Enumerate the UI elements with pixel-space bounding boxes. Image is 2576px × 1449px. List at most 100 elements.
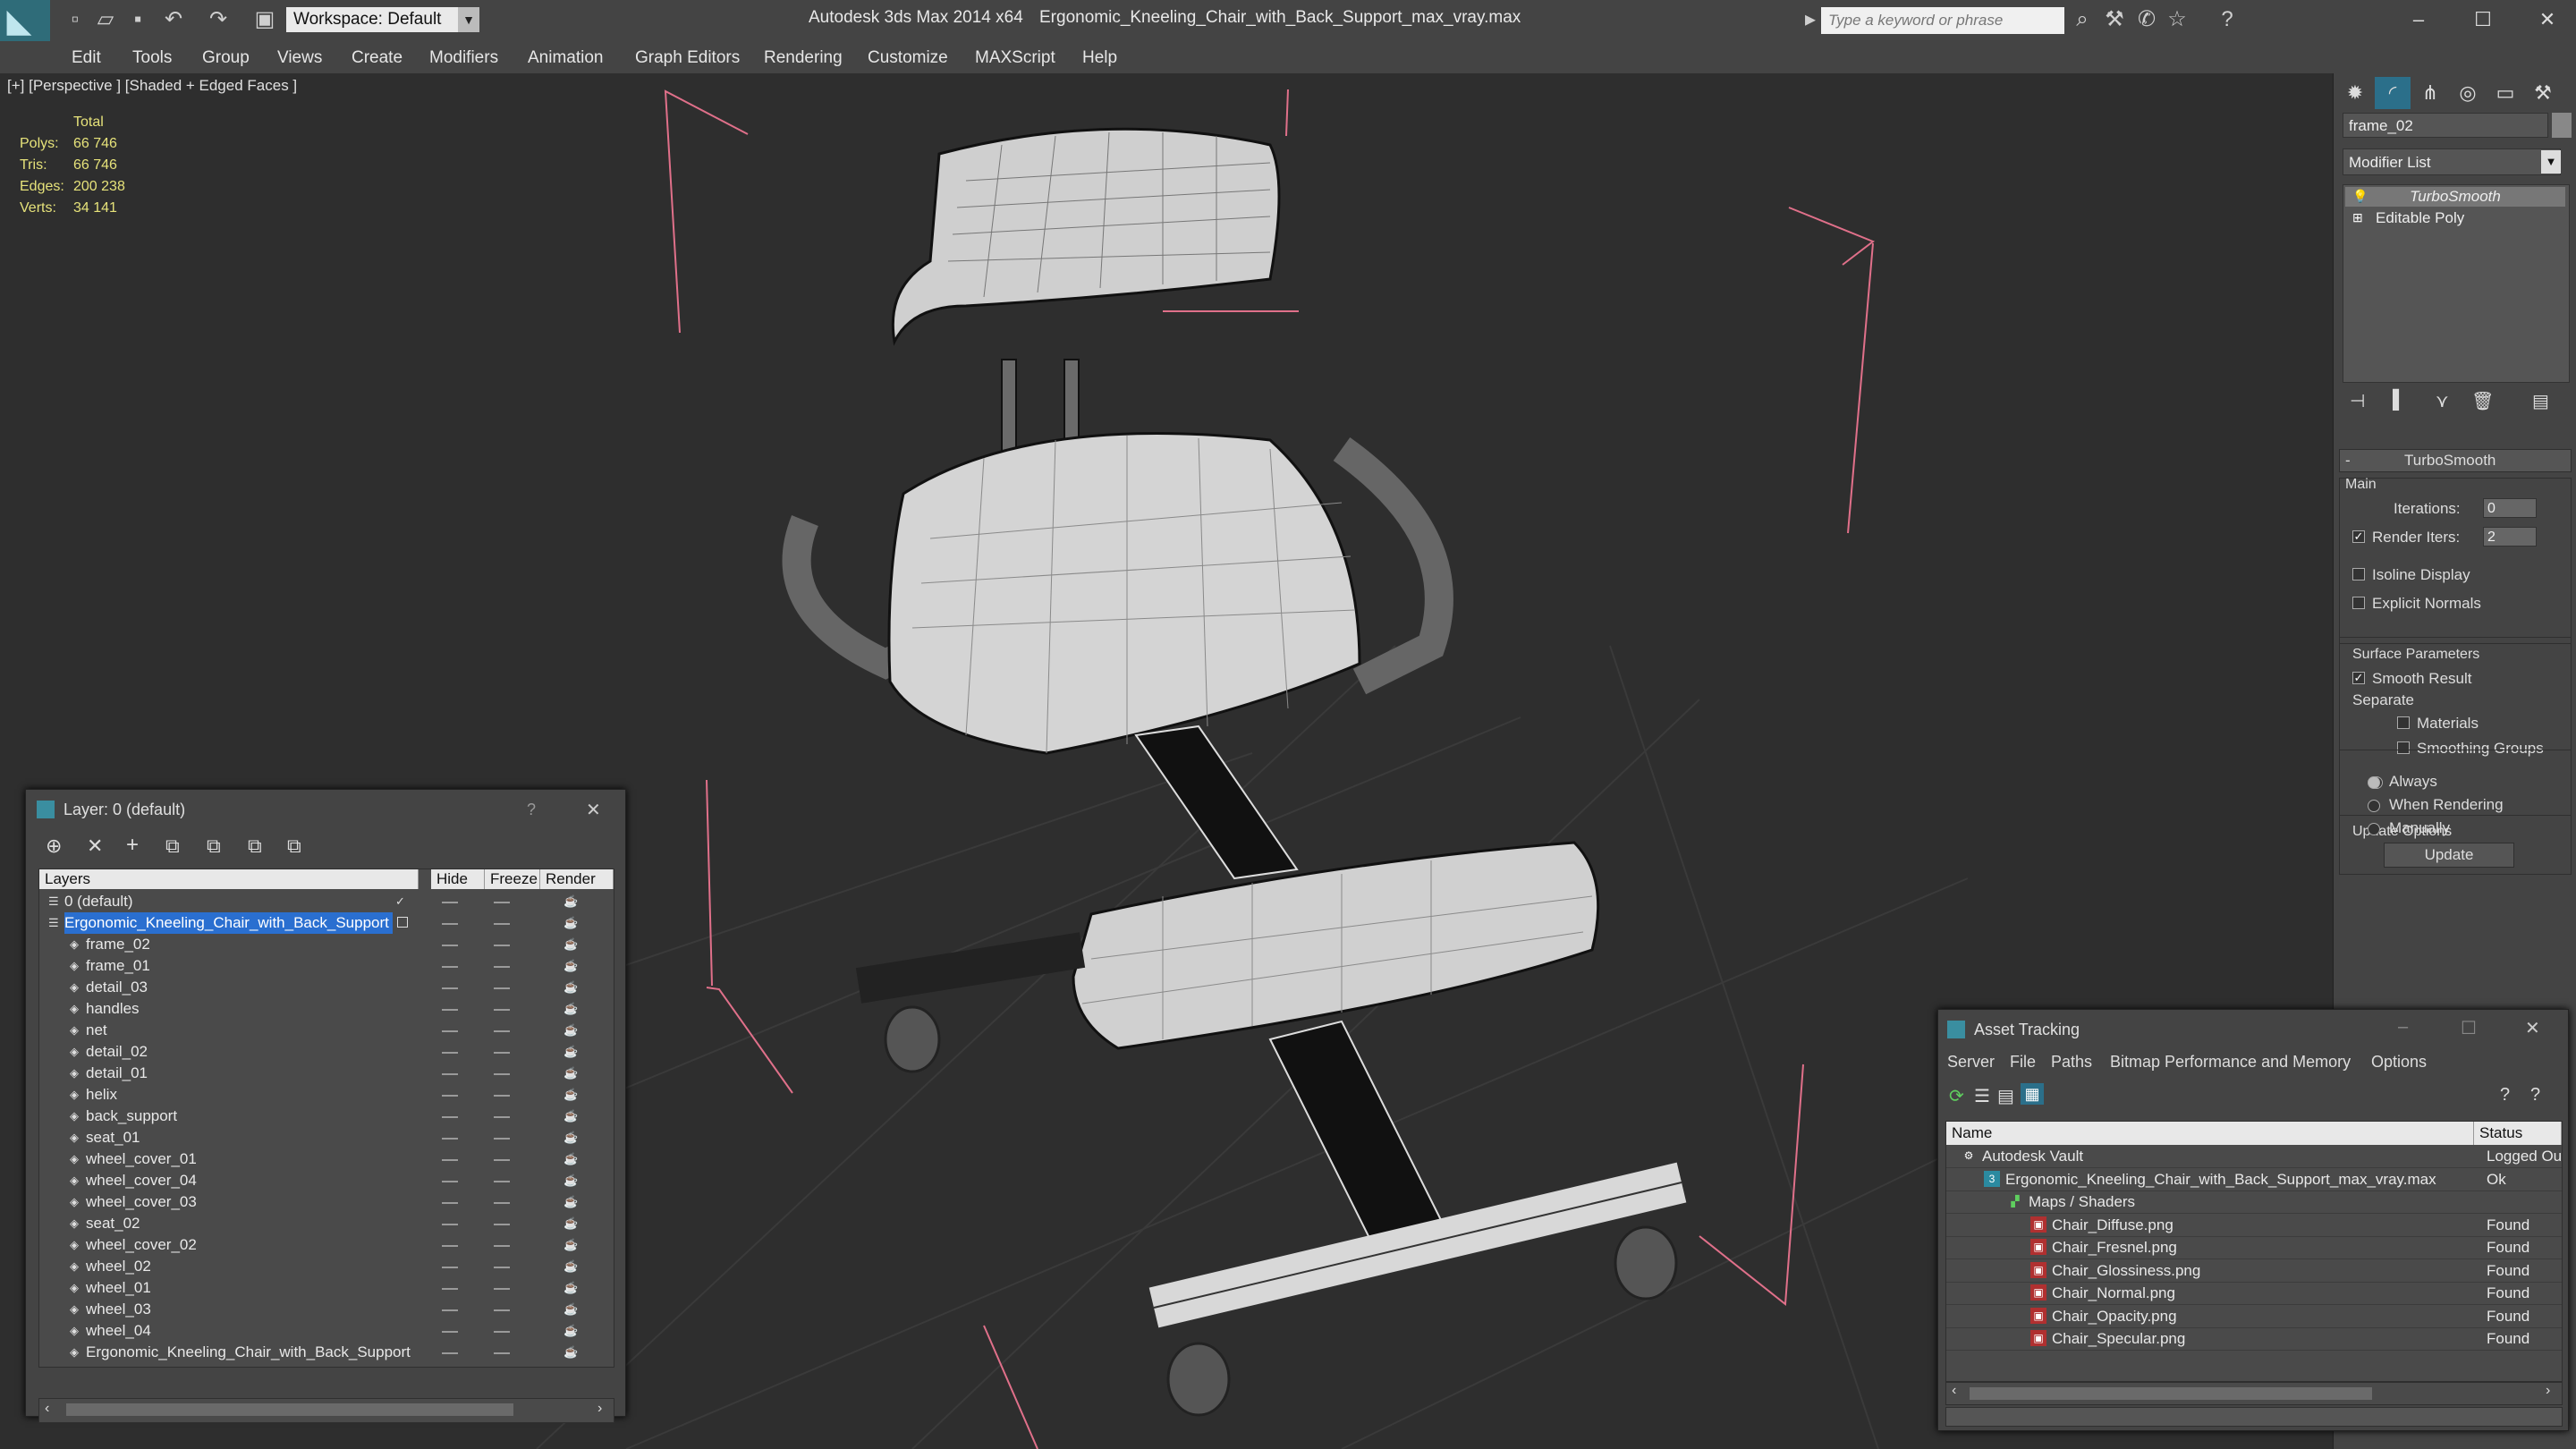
lightbulb-icon[interactable]: 💡	[2352, 189, 2368, 204]
render-iters-checkbox[interactable]: ✓	[2352, 530, 2365, 543]
list-view-icon[interactable]: ☰	[1974, 1085, 1990, 1107]
render-teapot-icon[interactable]: ☕	[564, 1174, 578, 1187]
scroll-thumb[interactable]	[1970, 1387, 2372, 1400]
materials-checkbox[interactable]	[2397, 716, 2410, 729]
hide-toggle[interactable]	[442, 1030, 458, 1032]
render-teapot-icon[interactable]: ☕	[564, 1024, 578, 1037]
render-teapot-icon[interactable]: ☕	[564, 1110, 578, 1123]
hide-toggle[interactable]	[442, 1052, 458, 1054]
utilities-tab-icon[interactable]: ⚒	[2525, 77, 2561, 109]
hide-toggle[interactable]	[442, 1288, 458, 1290]
menu-graph-editors[interactable]: Graph Editors	[635, 48, 740, 68]
redo-icon[interactable]: ↷	[206, 7, 231, 32]
search-input[interactable]: Type a keyword or phrase	[1821, 7, 2064, 34]
scroll-right-icon[interactable]: ›	[597, 1401, 602, 1417]
layer-row[interactable]: ◈ detail_01 ☕	[39, 1063, 614, 1084]
render-teapot-icon[interactable]: ☕	[564, 1260, 578, 1273]
explicit-normals-checkbox[interactable]	[2352, 597, 2365, 609]
hierarchy-tab-icon[interactable]: ⋔	[2412, 77, 2448, 109]
always-radio[interactable]	[2368, 776, 2380, 789]
hide-toggle[interactable]	[442, 1181, 458, 1182]
freeze-toggle[interactable]	[494, 1202, 510, 1204]
layer-row[interactable]: ◈ wheel_01 ☕	[39, 1277, 614, 1299]
workspace-dropdown[interactable]: Workspace: Default	[286, 7, 462, 32]
layer-row[interactable]: ☰ 0 (default) ✓ ☕	[39, 891, 614, 912]
freeze-toggle[interactable]	[494, 1116, 510, 1118]
menu-help[interactable]: Help	[1082, 48, 1117, 68]
isoline-display-checkbox[interactable]	[2352, 568, 2365, 580]
communication-icon[interactable]: ✆	[2134, 7, 2159, 32]
render-teapot-icon[interactable]: ☕	[564, 1067, 578, 1080]
freeze-toggle[interactable]	[494, 966, 510, 968]
hide-toggle[interactable]	[442, 1202, 458, 1204]
asset-menu-file[interactable]: File	[2010, 1053, 2036, 1072]
layer-help-button[interactable]: ?	[527, 801, 536, 819]
asset-row[interactable]: ▣ Chair_Fresnel.png Found	[1946, 1236, 2562, 1259]
asset-row[interactable]: ▣ Chair_Normal.png Found	[1946, 1282, 2562, 1305]
render-teapot-icon[interactable]: ☕	[564, 981, 578, 994]
expand-plus-icon[interactable]: ⊞	[2352, 210, 2363, 225]
render-teapot-icon[interactable]: ☕	[564, 1217, 578, 1230]
menu-maxscript[interactable]: MAXScript	[975, 48, 1055, 68]
hide-toggle[interactable]	[442, 1309, 458, 1311]
table-view-icon[interactable]: ▦	[2021, 1083, 2044, 1105]
stack-item-editable-poly[interactable]: Editable Poly	[2345, 208, 2565, 228]
render-teapot-icon[interactable]: ☕	[564, 1089, 578, 1101]
col-render[interactable]: Render	[540, 869, 614, 889]
close-icon[interactable]: ✕	[586, 799, 601, 821]
highlight-layer-icon[interactable]: ⧉	[207, 835, 221, 858]
scroll-left-icon[interactable]: ‹	[1952, 1383, 1956, 1399]
help-icon[interactable]: ?	[2215, 7, 2240, 32]
freeze-toggle[interactable]	[494, 1138, 510, 1140]
menu-views[interactable]: Views	[277, 48, 322, 68]
minimize-button[interactable]: –	[2394, 5, 2444, 34]
make-unique-icon[interactable]: ⋎	[2436, 390, 2449, 412]
chevron-down-icon[interactable]: ▼	[458, 7, 479, 32]
asset-menu-bitmap-performance[interactable]: Bitmap Performance and Memory	[2110, 1053, 2351, 1072]
col-hide[interactable]: Hide	[431, 869, 485, 889]
render-teapot-icon[interactable]: ☕	[564, 938, 578, 951]
layer-row[interactable]: ◈ detail_03 ☕	[39, 977, 614, 998]
col-freeze[interactable]: Freeze	[485, 869, 540, 889]
hide-toggle[interactable]	[442, 987, 458, 989]
hide-all-layers-icon[interactable]: ⧉	[248, 835, 262, 858]
help-icon[interactable]: ?	[2500, 1085, 2510, 1106]
layer-row[interactable]: ◈ seat_01 ☕	[39, 1127, 614, 1148]
col-status[interactable]: Status	[2474, 1122, 2562, 1145]
col-name[interactable]: Name	[1946, 1122, 2474, 1145]
menu-create[interactable]: Create	[352, 48, 402, 68]
layer-row[interactable]: ◈ frame_01 ☕	[39, 955, 614, 977]
hide-toggle[interactable]	[442, 1245, 458, 1247]
viewport-label[interactable]: [+] [Perspective ] [Shaded + Edged Faces…	[7, 77, 297, 95]
save-file-icon[interactable]: ▪	[125, 7, 150, 32]
stack-item-turbosmooth[interactable]: TurboSmooth	[2345, 187, 2565, 207]
app-logo-button[interactable]: ◣	[0, 0, 50, 41]
refresh-icon[interactable]: ⟳	[1949, 1085, 1964, 1107]
asset-menu-server[interactable]: Server	[1947, 1053, 1995, 1072]
freeze-toggle[interactable]	[494, 1352, 510, 1354]
layer-row[interactable]: ◈ handles ☕	[39, 998, 614, 1020]
asset-row[interactable]: ▣ Chair_Opacity.png Found	[1946, 1305, 2562, 1328]
hide-toggle[interactable]	[442, 966, 458, 968]
render-teapot-icon[interactable]: ☕	[564, 960, 578, 972]
hide-toggle[interactable]	[442, 945, 458, 946]
hide-toggle[interactable]	[442, 1352, 458, 1354]
render-teapot-icon[interactable]: ☕	[564, 1239, 578, 1251]
layer-dialog-titlebar[interactable]: Layer: 0 (default) ? ✕	[26, 790, 625, 831]
hide-toggle[interactable]	[442, 1095, 458, 1097]
layer-row[interactable]: ◈ Ergonomic_Kneeling_Chair_with_Back_Supp…	[39, 1342, 614, 1363]
active-layer-check-icon[interactable]: ✓	[395, 895, 408, 908]
maximize-button[interactable]: ☐	[2461, 1017, 2477, 1039]
menu-rendering[interactable]: Rendering	[764, 48, 843, 68]
layer-row[interactable]: ◈ wheel_cover_03 ☕	[39, 1191, 614, 1213]
render-teapot-icon[interactable]: ☕	[564, 1196, 578, 1208]
chevron-down-icon[interactable]: ▼	[2541, 150, 2561, 174]
freeze-toggle[interactable]	[494, 945, 510, 946]
layer-horizontal-scrollbar[interactable]: ‹ ›	[38, 1398, 614, 1423]
help-context-icon[interactable]: ?	[2530, 1085, 2540, 1106]
hide-toggle[interactable]	[442, 1116, 458, 1118]
asset-menu-options[interactable]: Options	[2371, 1053, 2427, 1072]
manually-radio[interactable]	[2368, 823, 2380, 835]
freeze-toggle[interactable]	[494, 1009, 510, 1011]
asset-menu-paths[interactable]: Paths	[2051, 1053, 2092, 1072]
